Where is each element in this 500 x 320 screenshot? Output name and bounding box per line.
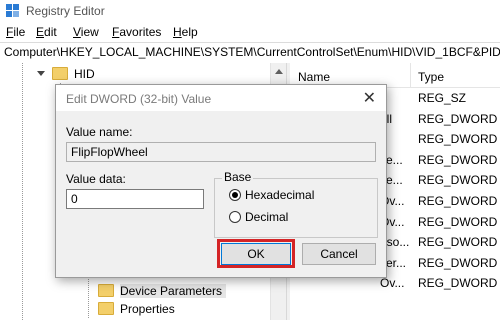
value-type-cell: REG_DWORD [418, 276, 498, 291]
tree-item-label: Properties [120, 302, 175, 316]
value-type-cell: REG_DWORD [418, 235, 498, 250]
column-divider[interactable] [410, 63, 411, 87]
value-name-text: FlipFlopWheel [71, 145, 148, 159]
edit-dword-dialog: Edit DWORD (32-bit) Value ✕ Value name: … [55, 84, 387, 278]
dialog-title-bar: Edit DWORD (32-bit) Value ✕ [56, 85, 386, 111]
tree-item-label: HID [74, 67, 95, 81]
dialog-title: Edit DWORD (32-bit) Value [66, 92, 212, 106]
value-type-cell: REG_SZ [418, 91, 467, 105]
menu-favorites[interactable]: Favorites [112, 25, 161, 39]
base-groupbox [214, 178, 378, 238]
value-data-label: Value data: [66, 172, 126, 186]
window-title: Registry Editor [26, 4, 105, 18]
registry-editor-icon [6, 4, 20, 18]
tree-guide-line [22, 63, 23, 320]
menu-file[interactable]: File [6, 25, 25, 39]
base-label: Base [222, 170, 254, 184]
value-data-input[interactable]: 0 [66, 189, 204, 209]
menu-view[interactable]: View [73, 25, 99, 39]
value-name-label: Value name: [66, 125, 133, 139]
hexadecimal-label[interactable]: Hexadecimal [245, 188, 314, 202]
folder-icon [98, 284, 114, 298]
value-type-cell: REG_DWORD [418, 173, 498, 188]
value-type-cell: REG_DWORD [418, 111, 498, 126]
decimal-radio[interactable] [229, 211, 241, 223]
menu-help[interactable]: Help [173, 25, 198, 39]
title-bar: Registry Editor [0, 0, 500, 22]
folder-icon [52, 67, 68, 81]
column-header-type[interactable]: Type [418, 70, 444, 84]
value-type-cell: REG_DWORD [418, 214, 498, 229]
decimal-label[interactable]: Decimal [245, 210, 288, 224]
cancel-button[interactable]: Cancel [302, 243, 376, 265]
address-path[interactable]: Computer\HKEY_LOCAL_MACHINE\SYSTEM\Curre… [4, 45, 500, 59]
tree-item-label: Device Parameters [120, 284, 227, 298]
value-data-text: 0 [71, 192, 78, 206]
tree-item-properties[interactable]: Properties [98, 300, 175, 318]
tree-item-hid[interactable]: HID [52, 65, 95, 83]
value-name-cell: Ov... [380, 276, 405, 291]
close-icon[interactable]: ✕ [363, 88, 376, 108]
value-name-field[interactable]: FlipFlopWheel [66, 142, 376, 162]
collapse-chevron-icon[interactable] [37, 71, 45, 76]
value-type-cell: REG_DWORD [418, 194, 498, 208]
tree-item-device-parameters[interactable]: Device Parameters [98, 282, 227, 300]
value-type-cell: REG_DWORD [418, 255, 498, 270]
red-highlight-box [217, 239, 295, 268]
menu-bar: File Edit View Favorites Help [0, 22, 500, 42]
hexadecimal-radio[interactable] [229, 189, 241, 201]
address-bar[interactable]: Computer\HKEY_LOCAL_MACHINE\SYSTEM\Curre… [0, 42, 500, 64]
column-header-name[interactable]: Name [298, 70, 330, 84]
value-type-cell: REG_DWORD [418, 132, 498, 147]
scroll-up-arrow-icon[interactable] [275, 69, 283, 74]
value-type-cell: REG_DWORD [418, 152, 498, 167]
menu-edit[interactable]: Edit [36, 25, 57, 39]
folder-icon [98, 302, 114, 316]
